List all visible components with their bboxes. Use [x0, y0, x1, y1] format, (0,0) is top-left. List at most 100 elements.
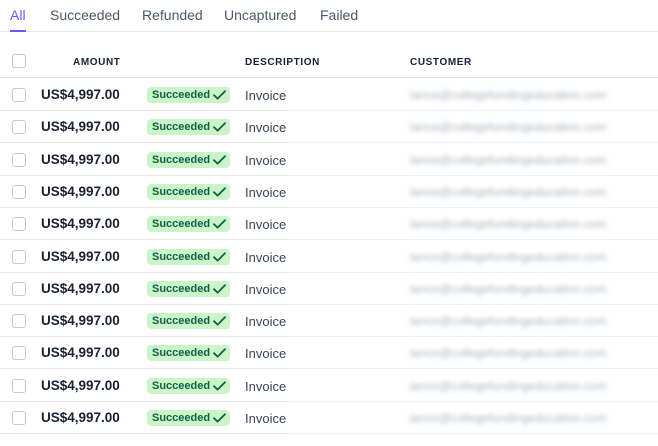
customer-cell[interactable]: lance@collegefundingeducation.com [410, 217, 606, 231]
row-divider [288, 433, 658, 434]
amount-cell: US$4,997.00 [41, 248, 120, 264]
status-label: Succeeded [152, 412, 211, 424]
row-checkbox[interactable] [12, 314, 26, 329]
table-row[interactable]: US$4,997.00 Succeeded Invoice lance@college… [0, 273, 658, 305]
status-badge: Succeeded [147, 119, 231, 136]
status-label: Succeeded [152, 315, 211, 328]
tab-bar: All Succeeded Refunded Uncaptured Failed [0, 0, 658, 32]
customer-cell[interactable]: lance@collegefundingeducation.com [410, 153, 606, 167]
check-icon [213, 219, 226, 229]
customer-cell[interactable]: lance@collegefundingeducation.com [410, 346, 606, 360]
row-checkbox[interactable] [12, 217, 26, 232]
amount-header[interactable]: AMOUNT [73, 57, 120, 68]
status-label: Succeeded [152, 282, 211, 295]
row-checkbox[interactable] [12, 281, 26, 296]
check-icon [213, 90, 226, 100]
description-cell: Invoice [245, 411, 287, 426]
tab-refunded[interactable]: Refunded [142, 7, 203, 23]
row-checkbox[interactable] [12, 120, 26, 135]
status-badge: Succeeded [147, 313, 231, 330]
tab-all[interactable]: All [10, 7, 26, 23]
row-checkbox[interactable] [12, 184, 26, 199]
amount-cell: US$4,997.00 [41, 183, 120, 199]
table-row[interactable]: US$4,997.00 Succeeded Invoice lance@college… [0, 208, 658, 241]
amount-cell: US$4,997.00 [41, 280, 120, 296]
table-row[interactable]: US$4,997.00 Succeeded Invoice lance@college… [0, 337, 658, 370]
check-icon [213, 348, 226, 358]
description-cell: Invoice [245, 314, 287, 330]
status-badge: Succeeded [147, 377, 231, 394]
customer-cell[interactable]: lance@collegefundingeducation.com [410, 185, 606, 199]
amount-cell: US$4,997.00 [41, 345, 120, 361]
amount-cell: US$4,997.00 [41, 87, 120, 102]
check-icon [213, 413, 226, 423]
row-checkbox[interactable] [12, 346, 26, 361]
amount-cell: US$4,997.00 [41, 119, 120, 135]
customer-cell[interactable]: lance@collegefundingeducation.com [410, 120, 606, 134]
table-row[interactable]: US$4,997.00 Succeeded Invoice lance@college… [0, 241, 658, 273]
status-label: Succeeded [152, 153, 211, 166]
check-icon [213, 380, 226, 391]
customer-header[interactable]: CUSTOMER [410, 57, 472, 68]
amount-cell: US$4,997.00 [41, 313, 120, 329]
status-label: Succeeded [152, 218, 211, 231]
table-row[interactable]: US$4,997.00 Succeeded Invoice lance@college… [0, 79, 658, 111]
table-row[interactable]: US$4,997.00 Succeeded Invoice lance@college… [0, 144, 658, 176]
customer-cell[interactable]: lance@collegefundingeducation.com [410, 411, 606, 425]
row-checkbox[interactable] [12, 88, 26, 102]
select-all-checkbox[interactable] [12, 54, 26, 68]
check-icon [213, 122, 226, 132]
description-cell: Invoice [245, 217, 287, 233]
customer-cell[interactable]: lance@collegefundingeducation.com [410, 250, 606, 264]
status-label: Succeeded [152, 250, 211, 263]
table-row[interactable]: US$4,997.00 Succeeded Invoice lance@college… [0, 402, 658, 434]
row-checkbox[interactable] [12, 249, 26, 264]
description-cell: Invoice [245, 184, 287, 200]
amount-cell: US$4,997.00 [41, 151, 120, 167]
row-checkbox[interactable] [12, 378, 26, 393]
table-row[interactable]: US$4,997.00 Succeeded Invoice lance@college… [0, 176, 658, 208]
status-badge: Succeeded [147, 280, 231, 297]
tab-failed[interactable]: Failed [320, 7, 358, 23]
customer-cell[interactable]: lance@collegefundingeducation.com [410, 379, 606, 393]
description-cell: Invoice [245, 249, 287, 265]
status-label: Succeeded [152, 379, 211, 392]
status-badge: Succeeded [147, 216, 231, 233]
status-label: Succeeded [152, 185, 211, 198]
status-badge: Succeeded [147, 151, 231, 168]
check-icon [213, 251, 226, 261]
status-badge: Succeeded [147, 410, 231, 426]
description-cell: Invoice [245, 120, 287, 136]
active-tab-indicator [10, 30, 26, 32]
status-badge: Succeeded [147, 87, 231, 103]
description-cell: Invoice [245, 346, 287, 362]
row-checkbox[interactable] [12, 152, 26, 167]
description-cell: Invoice [245, 378, 287, 394]
tab-uncaptured[interactable]: Uncaptured [224, 7, 296, 23]
customer-cell[interactable]: lance@collegefundingeducation.com [410, 314, 606, 328]
status-label: Succeeded [152, 347, 211, 360]
description-cell: Invoice [245, 88, 287, 103]
customer-cell[interactable]: lance@collegefundingeducation.com [410, 282, 606, 296]
status-label: Succeeded [152, 121, 211, 134]
table-row[interactable]: US$4,997.00 Succeeded Invoice lance@college… [0, 111, 658, 144]
row-checkbox[interactable] [12, 411, 26, 425]
amount-cell: US$4,997.00 [41, 410, 120, 425]
amount-cell: US$4,997.00 [41, 377, 120, 393]
check-icon [213, 187, 226, 197]
table-header: AMOUNT DESCRIPTION CUSTOMER [0, 46, 658, 78]
row-divider [0, 433, 288, 434]
check-icon [213, 316, 226, 326]
amount-cell: US$4,997.00 [41, 216, 120, 232]
check-icon [213, 284, 226, 294]
tab-succeeded[interactable]: Succeeded [50, 7, 120, 23]
status-badge: Succeeded [147, 248, 231, 265]
status-badge: Succeeded [147, 345, 231, 362]
table-row[interactable]: US$4,997.00 Succeeded Invoice lance@college… [0, 305, 658, 338]
customer-cell[interactable]: lance@collegefundingeducation.com [410, 88, 606, 102]
table-row[interactable]: US$4,997.00 Succeeded Invoice lance@college… [0, 370, 658, 402]
status-badge: Succeeded [147, 183, 231, 200]
check-icon [213, 154, 226, 165]
description-cell: Invoice [245, 152, 287, 168]
description-header[interactable]: DESCRIPTION [245, 57, 320, 68]
